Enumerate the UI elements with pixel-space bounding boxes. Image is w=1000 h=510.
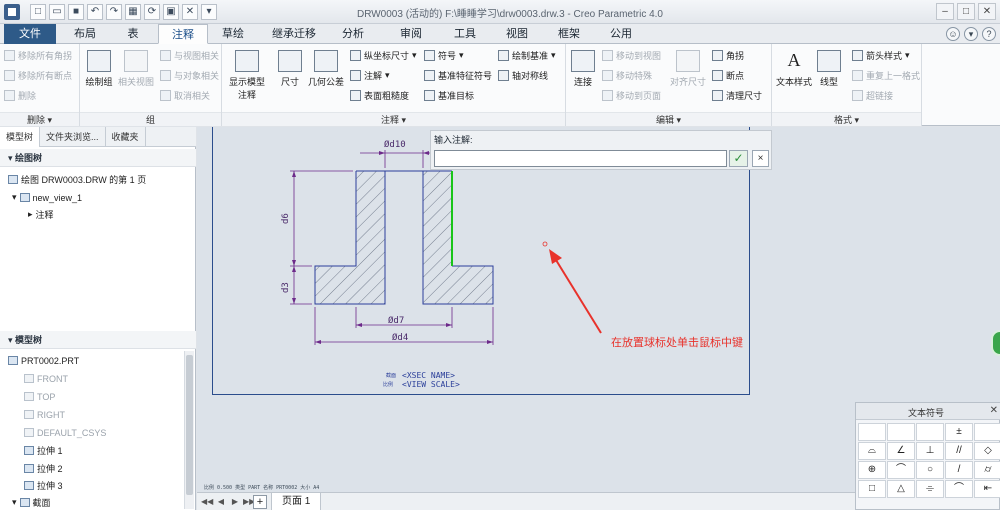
symbol-cell[interactable]: ◇ — [974, 442, 1000, 460]
annotation-arrowhead — [549, 249, 562, 264]
symbol-cell[interactable]: ⌓ — [858, 442, 886, 460]
sheet-info-text: 比例 0.500 类型 PART 名称 PRT0002 大小 A4 — [204, 485, 320, 491]
scale-label-prefix: 比例 — [383, 381, 393, 388]
view-scale-label[interactable]: <VIEW SCALE> — [402, 380, 460, 389]
symbol-cell[interactable]: ∠ — [887, 442, 915, 460]
dim-d3[interactable]: d3 — [281, 282, 291, 293]
dim-d4[interactable]: Ød4 — [392, 332, 408, 343]
symbol-cell[interactable] — [858, 423, 886, 441]
note-input-dialog: 输入注解: ✓ × — [430, 130, 772, 170]
drawing-geometry: Ød10 d6 d3 Ød7 Ød4 截面 <XSEC NAME> 比例 <VI… — [281, 139, 743, 389]
text-symbol-palette: 文本符号 ✕ ± ⌓ ∠ ⊥ // ◇ ⊕ ⌒ ○ / ⌭ □ △ ⌯ ⌒ ⇤ — [855, 402, 1000, 510]
next-sheet-icon[interactable]: ▶ — [229, 496, 241, 508]
symbol-cell[interactable]: ⊕ — [858, 461, 886, 479]
symbol-cell[interactable]: ⌒ — [945, 480, 973, 498]
symbol-cell[interactable]: △ — [887, 480, 915, 498]
note-input-field[interactable] — [434, 150, 727, 167]
symbol-cell[interactable]: ⇤ — [974, 480, 1000, 498]
hatch-flange-left — [315, 266, 356, 304]
hatch-flange-right — [452, 266, 493, 304]
symbol-cell[interactable] — [974, 423, 1000, 441]
symbol-grid: ± ⌓ ∠ ⊥ // ◇ ⊕ ⌒ ○ / ⌭ □ △ ⌯ ⌒ ⇤ — [858, 423, 1000, 498]
symbol-cell[interactable] — [887, 423, 915, 441]
symbol-cell[interactable]: ⌒ — [887, 461, 915, 479]
dim-d10[interactable]: Ød10 — [384, 139, 406, 150]
cursor-marker — [542, 241, 548, 247]
section-label-prefix: 截面 — [386, 372, 396, 379]
annotation-arrow — [555, 259, 602, 334]
hatch-wall-left — [356, 171, 385, 304]
prev-sheet-icon[interactable]: ◀ — [215, 496, 227, 508]
cancel-x-icon[interactable]: × — [752, 150, 769, 167]
palette-close-icon[interactable]: ✕ — [990, 405, 998, 416]
symbol-cell[interactable]: // — [945, 442, 973, 460]
accept-check-icon[interactable]: ✓ — [729, 150, 748, 167]
symbol-cell[interactable]: □ — [858, 480, 886, 498]
sheet-navigation: ◀◀ ◀ ▶ ▶▶ — [201, 496, 255, 508]
symbol-cell[interactable]: ○ — [916, 461, 944, 479]
sheet-tab-1[interactable]: 页面 1 — [271, 493, 322, 510]
symbol-cell[interactable]: ± — [945, 423, 973, 441]
symbol-cell[interactable] — [916, 423, 944, 441]
dim-d6[interactable]: d6 — [281, 213, 291, 224]
palette-titlebar[interactable]: 文本符号 ✕ — [856, 403, 1000, 420]
first-sheet-icon[interactable]: ◀◀ — [201, 496, 213, 508]
symbol-cell[interactable]: ⊥ — [916, 442, 944, 460]
section-name-label[interactable]: <XSEC NAME> — [402, 371, 455, 380]
annotation-text: 在放置球标处单击鼠标中键 — [611, 335, 743, 349]
assistant-bubble-icon[interactable] — [991, 330, 1000, 356]
add-sheet-button[interactable]: + — [253, 495, 267, 509]
symbol-cell[interactable]: ⌯ — [916, 480, 944, 498]
palette-title: 文本符号 — [908, 408, 945, 418]
dim-d7[interactable]: Ød7 — [388, 315, 404, 326]
hatch-wall-right — [423, 171, 452, 304]
symbol-cell[interactable]: / — [945, 461, 973, 479]
note-input-label: 输入注解: — [434, 135, 473, 145]
symbol-cell[interactable]: ⌭ — [974, 461, 1000, 479]
